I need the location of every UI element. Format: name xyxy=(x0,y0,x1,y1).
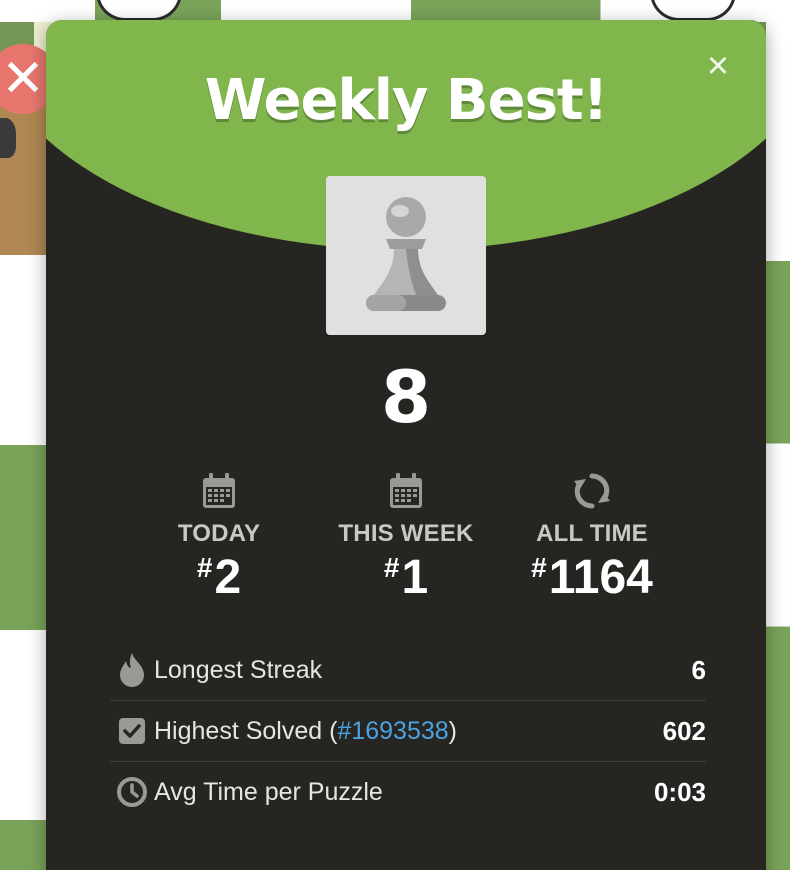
rank-value: #2 xyxy=(196,551,242,604)
stat-label: Highest Solved (#1693538) xyxy=(154,716,457,745)
rank-value: #1 xyxy=(383,551,429,604)
board-square-light xyxy=(0,255,48,445)
weekly-best-modal: Weekly Best! × 8 TODAY #2 THIS WEEK #1 A… xyxy=(46,20,766,870)
close-icon: × xyxy=(706,45,730,87)
chess-piece-fragment xyxy=(0,118,16,158)
flame-icon xyxy=(120,653,144,687)
stat-avg-time: Avg Time per Puzzle 0:03 xyxy=(110,762,706,822)
stat-value: 602 xyxy=(662,715,706,746)
stat-label: Avg Time per Puzzle xyxy=(154,777,383,806)
stat-longest-streak: Longest Streak 6 xyxy=(110,640,706,701)
rank-summary: TODAY #2 THIS WEEK #1 ALL TIME #1164 xyxy=(46,470,766,610)
rank-this-week: THIS WEEK #1 xyxy=(306,470,506,602)
rank-label: ALL TIME xyxy=(536,520,648,547)
puzzle-link[interactable]: #1693538 xyxy=(337,717,448,745)
close-button[interactable]: × xyxy=(700,45,736,87)
stat-highest-solved: Highest Solved (#1693538) 602 xyxy=(110,701,706,762)
calendar-icon xyxy=(390,473,422,508)
rank-value: #1164 xyxy=(531,551,653,604)
checkbox-icon xyxy=(119,718,145,744)
modal-title: Weekly Best! xyxy=(204,68,608,133)
stats-list: Longest Streak 6 Highest Solved (#169353… xyxy=(110,640,706,822)
piece-badge xyxy=(326,176,486,335)
rank-all-time: ALL TIME #1164 xyxy=(492,470,692,602)
clock-icon xyxy=(117,777,147,807)
calendar-icon xyxy=(203,473,235,508)
stat-value: 6 xyxy=(691,654,706,685)
puzzle-score: 8 xyxy=(380,355,432,439)
rank-today: TODAY #2 xyxy=(119,470,319,602)
board-edge-right xyxy=(766,0,790,870)
stat-value: 0:03 xyxy=(653,776,706,807)
rank-label: TODAY xyxy=(177,520,261,547)
stat-label: Longest Streak xyxy=(154,655,323,684)
rank-label: THIS WEEK xyxy=(338,520,474,547)
refresh-icon xyxy=(574,473,610,509)
board-square-light xyxy=(0,630,48,820)
pawn-icon xyxy=(366,196,446,311)
